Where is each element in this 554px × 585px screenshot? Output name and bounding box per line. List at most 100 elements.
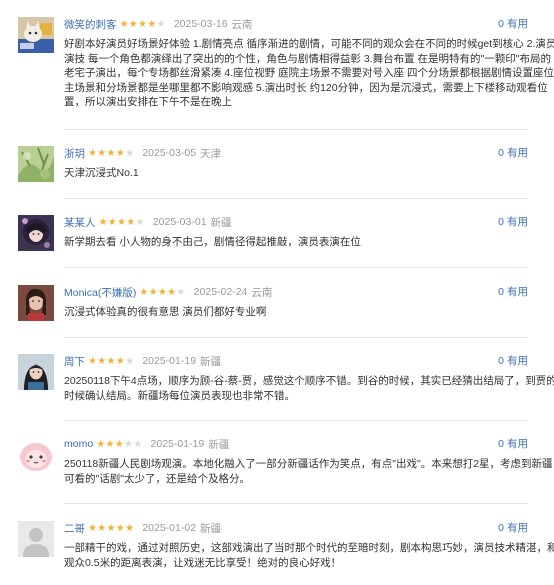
- star-icon: ★: [156, 18, 166, 30]
- star-icon: ★: [125, 355, 135, 367]
- useful-count: 0: [498, 286, 504, 298]
- useful-button[interactable]: 0 有用: [498, 284, 528, 299]
- star-icon: ★: [106, 522, 116, 534]
- star-icon: ★: [98, 216, 108, 228]
- star-icon: ★: [135, 216, 145, 228]
- cat-photo-icon[interactable]: [18, 17, 54, 53]
- review-location: 新疆: [200, 355, 222, 368]
- useful-count: 0: [498, 216, 504, 228]
- star-icon: ★: [114, 438, 124, 450]
- divider: [64, 129, 528, 130]
- woman-portrait-avatar-icon[interactable]: [18, 354, 54, 390]
- review-date: 2025-01-19: [142, 355, 197, 367]
- review-text: 一部精干的戏，通过对照历史，这部戏演出了当时那个时代的至暗时刻，剧本构思巧妙，演…: [64, 541, 554, 570]
- star-icon: ★: [133, 438, 143, 450]
- username-link[interactable]: 二哥: [64, 521, 85, 536]
- review-text: 新学期去看 小人物的身不由己，剧情径得起推敲，演员表演在位: [64, 235, 532, 250]
- review-text-line: 新学期去看 小人物的身不由己，剧情径得起推敲，演员表演在位: [64, 236, 361, 248]
- star-icon: ★: [125, 522, 135, 534]
- divider: [64, 503, 528, 504]
- useful-button[interactable]: 0 有用: [498, 16, 528, 31]
- star-icon: ★: [88, 355, 98, 367]
- review-header: 微笑的刺客 ★★★★★ 2025-03-16 云南: [64, 16, 253, 32]
- star-icon: ★: [115, 522, 126, 534]
- star-icon: ★: [106, 147, 116, 159]
- star-icon: ★: [157, 286, 168, 298]
- star-icon: ★: [128, 18, 139, 30]
- review-header: 周下 ★★★★★ 2025-01-19 新疆: [64, 353, 221, 369]
- review-date: 2025-03-05: [142, 147, 197, 159]
- review-location: 新疆: [208, 438, 230, 451]
- useful-count: 0: [498, 438, 504, 450]
- star-icon: ★: [88, 522, 98, 534]
- username-link[interactable]: 微笑的刺客: [64, 17, 117, 32]
- username-link[interactable]: 某某人: [64, 215, 96, 230]
- review-header: 某某人 ★★★★★ 2025-03-01 新疆: [64, 214, 232, 230]
- review-text-line: 好剧本好演员好场景好体验 1.剧情亮点 循序渐进的剧情，可能不同的观众会在不同的…: [64, 38, 554, 50]
- star-icon: ★: [97, 522, 107, 534]
- star-icon: ★: [88, 147, 98, 159]
- divider: [64, 198, 528, 199]
- useful-count: 0: [498, 355, 504, 367]
- star-icon: ★: [147, 18, 157, 30]
- review-text: 沉浸式体验真的很有意思 演员们都好专业啊: [64, 305, 532, 320]
- woman-portrait-avatar-icon[interactable]: [18, 285, 54, 321]
- useful-count: 0: [498, 522, 504, 534]
- review-date: 2025-01-19: [150, 438, 205, 450]
- green-plant-photo-icon[interactable]: [18, 146, 54, 182]
- username-link[interactable]: Monica(不嫌版): [64, 285, 136, 300]
- divider: [64, 420, 528, 421]
- useful-button[interactable]: 0 有用: [498, 145, 528, 160]
- default-user-avatar-icon[interactable]: [18, 521, 54, 557]
- username-link[interactable]: 周下: [64, 354, 85, 369]
- useful-button[interactable]: 0 有用: [498, 353, 528, 368]
- pink-cartoon-avatar-icon[interactable]: [18, 437, 54, 473]
- star-icon: ★: [125, 147, 135, 159]
- review-date: 2025-03-16: [173, 18, 228, 30]
- review-date: 2025-03-01: [152, 216, 207, 228]
- username-link[interactable]: 浙玥: [64, 146, 85, 161]
- useful-label: 有用: [507, 147, 528, 159]
- star-rating: ★★★★★: [88, 356, 134, 367]
- divider: [64, 267, 528, 268]
- star-rating: ★★★★★: [139, 287, 185, 298]
- star-icon: ★: [123, 438, 134, 450]
- review-date: 2025-02-24: [193, 286, 248, 298]
- review-text-line: 老宅子演出，每个专场都丝滑紧凑 4.座位视野 庭院主场景不需要对号入座 四个分场…: [64, 67, 554, 79]
- review-header: Monica(不嫌版) ★★★★★ 2025-02-24 云南: [64, 284, 272, 300]
- review-text-line: 可看的"话剧"太少了，还是给个及格分。: [64, 472, 250, 485]
- review-location: 新疆: [210, 216, 232, 229]
- star-rating: ★★★★★: [88, 148, 134, 159]
- review-text-line: 沉浸式体验真的很有意思 演员们都好专业啊: [64, 306, 267, 318]
- useful-button[interactable]: 0 有用: [498, 436, 528, 451]
- review-text: 20250118下午4点场，顺序为顾-谷-蔡-贾，感觉这个顺序不错。到谷的时候，…: [64, 374, 554, 403]
- star-icon: ★: [105, 438, 115, 450]
- useful-button[interactable]: 0 有用: [498, 520, 528, 535]
- username-link[interactable]: momo: [64, 438, 93, 450]
- illustrated-girl-avatar-icon[interactable]: [18, 215, 54, 251]
- useful-label: 有用: [507, 18, 528, 30]
- review-text-line: 时候确认结局。新疆场每位演员表现也非常不错。: [64, 389, 295, 402]
- review-header: 浙玥 ★★★★★ 2025-03-05 天津: [64, 145, 221, 161]
- review-text-line: 置，所以演出安排在下午不是在晚上: [64, 96, 232, 108]
- star-icon: ★: [119, 18, 129, 30]
- star-rating: ★★★★★: [96, 439, 142, 450]
- review-text: 好剧本好演员好场景好体验 1.剧情亮点 循序渐进的剧情，可能不同的观众会在不同的…: [64, 37, 554, 110]
- review-location: 新疆: [200, 522, 222, 535]
- useful-button[interactable]: 0 有用: [498, 214, 528, 229]
- star-icon: ★: [126, 216, 136, 228]
- star-icon: ★: [139, 286, 149, 298]
- useful-label: 有用: [507, 355, 528, 367]
- review-location: 云南: [251, 286, 273, 299]
- review-text-line: 演技 每一个角色都演绎出了突出的的个性，角色与剧情相得益彰 3.舞台布置 在是明…: [64, 52, 551, 65]
- star-icon: ★: [176, 286, 186, 298]
- star-rating: ★★★★★: [88, 523, 134, 534]
- review-text-line: 一部精干的戏，通过对照历史，这部戏演出了当时那个时代的至暗时刻，剧本构思巧妙，演…: [64, 542, 554, 554]
- star-icon: ★: [97, 355, 107, 367]
- star-icon: ★: [107, 216, 118, 228]
- review-header: momo ★★★★★ 2025-01-19 新疆: [64, 436, 229, 452]
- useful-label: 有用: [507, 522, 528, 534]
- review-text: 天津沉浸式No.1: [64, 166, 532, 181]
- divider: [64, 337, 528, 338]
- review-text-line: 20250118下午4点场，顺序为顾-谷-蔡-贾，感觉这个顺序不错。到谷的时候，…: [64, 375, 554, 387]
